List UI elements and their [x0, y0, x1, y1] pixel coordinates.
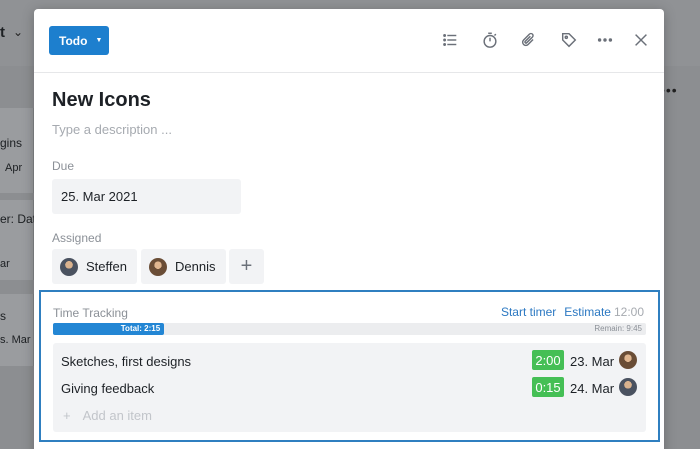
checklist-icon[interactable] — [440, 30, 460, 50]
board-title: t — [0, 24, 5, 41]
description-input[interactable]: Type a description ... — [52, 122, 172, 137]
time-entry-duration[interactable]: 2:00 — [532, 350, 564, 370]
plus-icon: + — [63, 408, 71, 423]
time-entry-name: Giving feedback — [61, 381, 155, 396]
status-dropdown-button[interactable]: Todo ▼ — [49, 26, 109, 55]
time-entry-duration[interactable]: 0:15 — [532, 377, 564, 397]
time-tracking-label: Time Tracking — [53, 306, 128, 320]
total-time-label: Total: 2:15 — [120, 324, 161, 333]
more-icon[interactable] — [595, 30, 615, 50]
assignee-name: Steffen — [86, 259, 127, 274]
background-card-date: s. Mar — [0, 334, 31, 346]
time-entry-date: 23. Mar — [570, 354, 615, 369]
background-card-title: gins — [0, 136, 23, 150]
due-label: Due — [52, 159, 75, 173]
assignee-chip[interactable]: Steffen — [52, 249, 137, 284]
assignee-name: Dennis — [175, 259, 216, 274]
start-timer-link[interactable]: Start timer — [501, 305, 556, 319]
time-progress-bar: Total: 2:15 Remain: 9:45 — [53, 323, 646, 335]
time-tracking-actions: Start timer Estimate 12:00 — [501, 305, 644, 319]
task-modal: Todo ▼ New Icons Type a description ... … — [34, 9, 664, 449]
avatar — [149, 257, 167, 276]
time-entry-row[interactable]: Sketches, first designs 2:00 23. Mar — [53, 349, 646, 375]
modal-header: Todo ▼ — [34, 9, 664, 73]
assignee-chip[interactable]: Dennis — [141, 249, 226, 284]
add-assignee-button[interactable]: + — [229, 249, 264, 284]
time-entry-list: Sketches, first designs 2:00 23. Mar Giv… — [53, 343, 646, 432]
close-icon[interactable] — [631, 30, 651, 50]
due-date-field[interactable]: 25. Mar 2021 — [52, 179, 241, 214]
timer-icon[interactable] — [480, 30, 500, 50]
add-item-placeholder: Add an item — [82, 408, 152, 423]
background-card-date: ar — [0, 258, 10, 270]
remaining-time-label: Remain: 9:45 — [594, 324, 642, 333]
avatar — [619, 351, 637, 369]
time-entry-date: 24. Mar — [570, 381, 615, 396]
task-title[interactable]: New Icons — [52, 89, 151, 112]
time-entry-row[interactable]: Giving feedback 0:15 24. Mar — [53, 376, 646, 402]
estimate-value: 12:00 — [613, 305, 644, 319]
background-card-title: s — [0, 309, 6, 323]
add-item-input[interactable]: + Add an item — [63, 408, 152, 423]
caret-down-icon: ▼ — [95, 37, 103, 44]
chevron-down-icon: ⌄ — [13, 25, 24, 39]
attachment-icon[interactable] — [519, 30, 539, 50]
background-card-title: er: Dat — [0, 212, 37, 226]
estimate-link[interactable]: Estimate — [564, 305, 611, 319]
time-tracking-section: Time Tracking Start timer Estimate 12:00… — [39, 290, 660, 442]
tag-icon[interactable] — [559, 30, 579, 50]
time-progress-fill: Total: 2:15 — [53, 323, 165, 335]
background-card — [0, 108, 34, 193]
assigned-label: Assigned — [52, 231, 102, 245]
background-card — [0, 294, 34, 366]
avatar — [619, 378, 637, 396]
status-label: Todo — [59, 33, 88, 48]
background-card-date: Apr — [5, 162, 23, 174]
avatar — [60, 257, 78, 276]
time-entry-name: Sketches, first designs — [61, 354, 192, 369]
